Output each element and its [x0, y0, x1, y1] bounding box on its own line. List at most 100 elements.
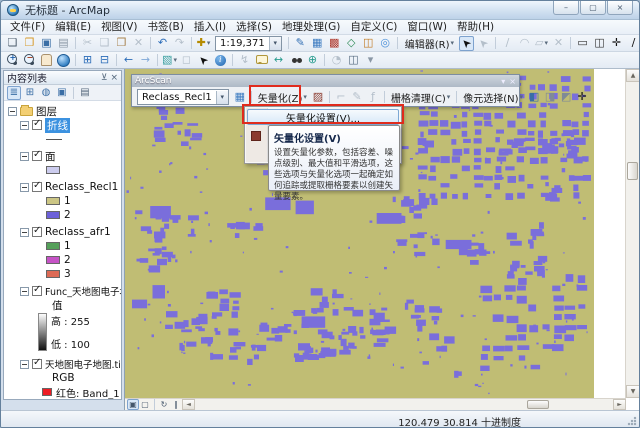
select-elements-icon[interactable]: ➤ — [195, 52, 211, 68]
refresh-view-button[interactable]: ↻ — [158, 399, 170, 410]
layer-label[interactable]: Reclass_afr1 — [45, 226, 111, 238]
move-tool-icon[interactable]: ✛ — [609, 36, 624, 51]
editor-menu-button[interactable]: 编辑器(R) ▾ — [401, 36, 458, 51]
add-data-icon[interactable]: ✚ ▾ — [196, 36, 211, 51]
expand-icon[interactable] — [8, 106, 17, 116]
zoom-out-icon[interactable] — [22, 53, 37, 68]
identify-icon[interactable] — [213, 53, 228, 68]
menu-item[interactable]: 书签(B) — [142, 20, 188, 35]
layer-row-polygon[interactable]: 面 — [8, 149, 121, 163]
catalog-window-icon[interactable]: ◫ — [361, 36, 376, 51]
vertical-scroll-thumb[interactable] — [627, 162, 638, 180]
select-connected-cells-icon[interactable]: ◧ — [527, 90, 541, 105]
show-preview-icon[interactable]: ▨ — [311, 90, 325, 105]
trace-tool-icon[interactable]: ▭ — [575, 36, 590, 51]
map-scale-combo[interactable]: 1:19,371 ▾ — [215, 35, 282, 51]
menu-item[interactable]: 视图(V) — [96, 20, 142, 35]
close-button[interactable]: × — [607, 1, 633, 15]
goto-xy-icon[interactable]: ⊕ — [305, 53, 320, 68]
paste-icon[interactable]: ❒ — [114, 36, 129, 51]
cell-selection-menu-button[interactable]: 像元选择(N) ▾ — [460, 90, 526, 105]
viewer-window-icon[interactable]: ◫ — [346, 53, 361, 68]
layer-row-polyline[interactable]: 折线 — [8, 117, 121, 133]
class-symbol[interactable] — [46, 270, 60, 278]
edit-arrow-tool-icon[interactable]: ➤ — [458, 35, 474, 51]
modelbuilder-icon[interactable]: ◇ — [344, 36, 359, 51]
new-document-icon[interactable]: ❏ — [5, 36, 20, 51]
menu-item[interactable]: 窗口(W) — [402, 20, 452, 35]
layer-checkbox[interactable] — [32, 180, 42, 192]
vertical-scrollbar[interactable]: ▲ ▼ — [625, 69, 639, 398]
layer-checkbox[interactable] — [32, 118, 42, 130]
cell-crosshair-icon[interactable]: ✛ — [575, 90, 589, 105]
scroll-right-icon[interactable]: ► — [613, 399, 626, 410]
save-icon[interactable]: ▣ — [39, 36, 54, 51]
scroll-down-icon[interactable]: ▼ — [626, 385, 639, 398]
layer-combo-dropdown-icon[interactable]: ▾ — [215, 90, 228, 104]
menu-item[interactable]: 帮助(H) — [452, 20, 499, 35]
class-symbol[interactable] — [46, 211, 60, 219]
class-symbol[interactable] — [46, 242, 60, 250]
toc-close-icon[interactable]: × — [110, 73, 118, 83]
html-popup-icon[interactable] — [254, 53, 269, 68]
toc-root-row[interactable]: 图层 — [8, 104, 121, 118]
horizontal-scroll-thumb[interactable] — [527, 399, 549, 409]
maximize-button[interactable]: ▢ — [580, 1, 606, 15]
expand-icon[interactable] — [20, 120, 29, 130]
layer-row-reclass-afr1[interactable]: Reclass_afr1 — [8, 225, 121, 239]
find-binoculars-icon[interactable] — [288, 53, 303, 68]
arcscan-title-bar[interactable]: ArcScan ▾ × — [132, 75, 519, 87]
table-of-contents-icon[interactable]: ▦ — [310, 36, 325, 51]
raster-cleanup-menu-button[interactable]: 栅格清理(C) ▾ — [388, 90, 453, 105]
scale-dropdown-icon[interactable]: ▾ — [268, 36, 281, 50]
vectorization-menu-button[interactable]: 矢量化(Z) ▾ — [255, 90, 310, 105]
resize-grip[interactable] — [627, 416, 637, 426]
pan-hand-icon[interactable] — [39, 53, 54, 68]
scroll-up-icon[interactable]: ▲ — [626, 69, 639, 82]
horizontal-scrollbar[interactable] — [195, 398, 613, 411]
layer-label-selected[interactable]: 折线 — [45, 117, 70, 133]
arctoolbox-icon[interactable]: ▩ — [327, 36, 342, 51]
split-tool-icon[interactable]: ◫ — [592, 36, 607, 51]
layer-checkbox[interactable] — [32, 357, 42, 369]
layer-label[interactable]: 面 — [45, 149, 56, 164]
menu-item[interactable]: 选择(S) — [231, 20, 277, 35]
menu-item[interactable]: 自定义(C) — [345, 20, 402, 35]
layer-row-basemap-raster[interactable]: 天地图电子地图.tif — [8, 357, 121, 371]
expand-icon[interactable] — [20, 286, 29, 296]
pin-icon[interactable]: ⊻ — [101, 73, 108, 83]
print-icon[interactable]: ▤ — [56, 36, 71, 51]
layer-checkbox[interactable] — [32, 149, 42, 161]
undo-icon[interactable]: ↶ — [155, 36, 170, 51]
select-features-icon[interactable]: ▧ ▾ — [162, 53, 177, 68]
fill-symbol[interactable] — [46, 166, 60, 174]
layer-label[interactable]: Reclass_Recl1 — [45, 181, 118, 193]
vectorization-trace-settings-icon[interactable]: ▦ — [233, 90, 247, 105]
measure-icon[interactable]: ↔ — [271, 53, 286, 68]
expand-icon[interactable] — [20, 151, 29, 161]
raster-layer-combo[interactable]: Reclass_Recl1 ▾ — [137, 89, 229, 105]
magic-erase-icon[interactable]: ◩ — [559, 90, 573, 105]
layer-label[interactable]: Func_天地图电子地图.tif — [45, 284, 121, 298]
menu-item[interactable]: 编辑(E) — [50, 20, 96, 35]
class-symbol[interactable] — [46, 197, 60, 205]
zoom-in-icon[interactable] — [5, 53, 20, 68]
toc-options-icon[interactable]: ▤ — [78, 86, 92, 100]
class-symbol[interactable] — [46, 256, 60, 264]
fixed-zoom-out-icon[interactable]: ⊟ — [97, 53, 112, 68]
editor-shortcut-icon[interactable]: ✎ — [293, 36, 308, 51]
pause-drawing-button[interactable]: ∥ — [170, 399, 182, 410]
layer-row-func-raster[interactable]: Func_天地图电子地图.tif — [8, 284, 121, 298]
scroll-left-icon[interactable]: ◄ — [182, 399, 195, 410]
layer-checkbox[interactable] — [32, 284, 42, 296]
polygon-tool-icon-dropdown[interactable]: ▾ — [544, 39, 548, 47]
title-bar[interactable]: 无标题 - ArcMap — [1, 1, 639, 20]
cut-polygons-icon[interactable]: ∕ — [626, 36, 639, 51]
open-folder-icon[interactable]: ❐ — [22, 36, 37, 51]
list-by-source-icon[interactable]: ⊞ — [23, 86, 37, 100]
erase-cells-icon[interactable]: ◨ — [543, 90, 557, 105]
expand-icon[interactable] — [20, 359, 29, 369]
select-features-icon-dropdown[interactable]: ▾ — [173, 56, 177, 64]
search-window-icon[interactable]: ◎ — [378, 36, 393, 51]
data-view-button[interactable]: ▣ — [127, 399, 139, 410]
